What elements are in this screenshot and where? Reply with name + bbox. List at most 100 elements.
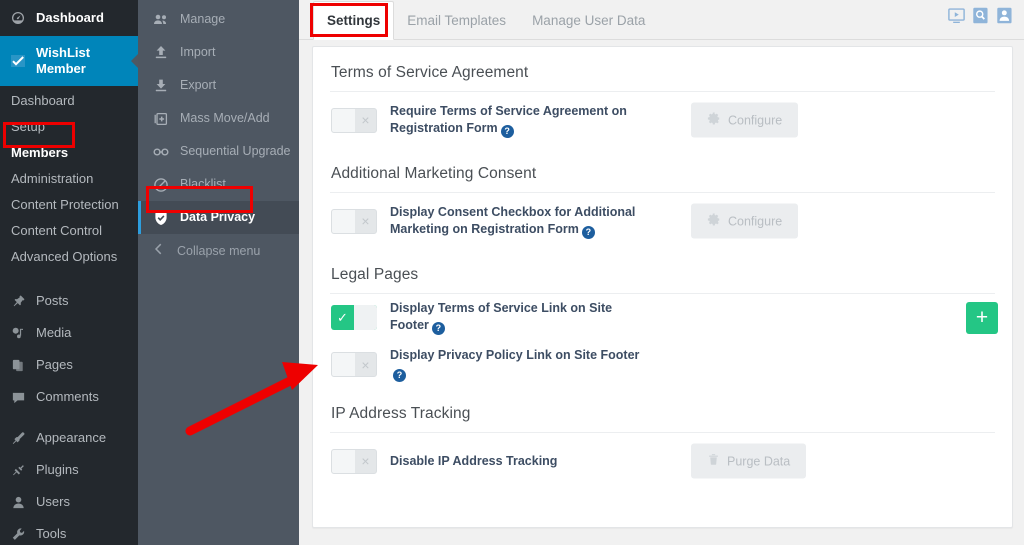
configure-button-label: Configure	[728, 214, 783, 228]
toggle-tos-footer-link[interactable]: ✓	[331, 305, 377, 330]
sidebar-item-wl-setup[interactable]: Setup	[0, 114, 138, 140]
wishlist-submenu: Dashboard Setup Members Administration C…	[0, 86, 138, 276]
toggle-on-glyph: ✓	[337, 309, 348, 325]
sidebar-item-posts[interactable]: Posts	[0, 285, 138, 317]
setting-label-marketing-consent: Display Consent Checkbox for Additional …	[390, 204, 640, 239]
plugin-menu-item-blacklist[interactable]: Blacklist	[138, 168, 299, 201]
media-icon	[9, 324, 27, 342]
setting-row-require-tos: × Require Terms of Service Agreement on …	[330, 92, 995, 148]
collapse-menu-button[interactable]: Collapse menu	[138, 234, 299, 267]
configure-button-marketing[interactable]: Configure	[691, 203, 799, 239]
help-icon[interactable]: ?	[581, 225, 595, 239]
toggle-off-glyph: ×	[361, 453, 370, 469]
sidebar-item-media[interactable]: Media	[0, 317, 138, 349]
sidebar-item-label: Tools	[36, 526, 67, 541]
user-account-icon[interactable]	[995, 6, 1014, 25]
toggle-knob	[332, 449, 355, 473]
panel-drop-shadow	[321, 531, 1004, 537]
sidebar-item-plugins[interactable]: Plugins	[0, 454, 138, 486]
tab-label: Email Templates	[407, 13, 507, 28]
upload-icon	[152, 44, 169, 61]
add-legal-page-button[interactable]: +	[966, 301, 998, 334]
sidebar-item-label: Users	[36, 494, 70, 509]
wordpress-admin-sidebar: Dashboard WishList Member Dashboard Setu…	[0, 0, 138, 545]
sidebar-item-label: Pages	[36, 357, 73, 372]
setting-row-tos-footer-link: ✓ Display Terms of Service Link on Site …	[330, 294, 998, 341]
sidebar-item-appearance[interactable]: Appearance	[0, 422, 138, 454]
tab-email-templates[interactable]: Email Templates	[394, 1, 519, 40]
toggle-require-tos[interactable]: ×	[331, 107, 377, 133]
sidebar-item-tools[interactable]: Tools	[0, 518, 138, 545]
purge-data-button-label: Purge Data	[727, 454, 791, 468]
toggle-knob	[332, 209, 355, 233]
toggle-knob	[354, 305, 377, 330]
setting-label-text: Display Consent Checkbox for Additional …	[390, 204, 636, 236]
sidebar-item-pages[interactable]: Pages	[0, 349, 138, 381]
gear-icon	[707, 112, 721, 129]
toggle-disable-ip-tracking[interactable]: ×	[331, 448, 377, 474]
tab-label: Manage User Data	[532, 13, 646, 28]
box-plus-icon	[152, 110, 169, 127]
tab-settings[interactable]: Settings	[313, 1, 395, 40]
plugin-menu-item-export[interactable]: Export	[138, 69, 299, 102]
plugin-menu-item-mass-move-add[interactable]: Mass Move/Add	[138, 102, 299, 135]
toggle-privacy-footer-link[interactable]: ×	[331, 352, 377, 377]
plugin-menu-item-label: Mass Move/Add	[180, 111, 270, 125]
sidebar-item-wl-members[interactable]: Members	[0, 140, 138, 166]
toggle-off-glyph: ×	[361, 356, 370, 373]
sidebar-item-dashboard[interactable]: Dashboard	[0, 0, 138, 36]
help-icon[interactable]: ?	[500, 124, 514, 138]
video-tutorial-icon[interactable]	[947, 6, 966, 25]
setting-row-marketing-consent: × Display Consent Checkbox for Additiona…	[330, 193, 995, 249]
setting-label-disable-ip-tracking: Disable IP Address Tracking	[390, 453, 557, 470]
setting-label-text: Disable IP Address Tracking	[390, 453, 558, 468]
sidebar-item-wl-content-protection[interactable]: Content Protection	[0, 192, 138, 218]
purge-data-button[interactable]: Purge Data	[691, 443, 807, 479]
chevron-left-icon	[152, 242, 166, 259]
setting-label-require-tos: Require Terms of Service Agreement on Re…	[390, 103, 640, 138]
sidebar-item-label: Plugins	[36, 462, 79, 477]
plugin-menu-item-label: Manage	[180, 12, 226, 26]
section-title-legal-pages: Legal Pages	[331, 266, 419, 283]
sidebar-item-comments[interactable]: Comments	[0, 381, 138, 413]
collapse-menu-label: Collapse menu	[177, 243, 261, 258]
toggle-off-glyph: ×	[361, 112, 370, 128]
configure-button-label: Configure	[728, 113, 783, 127]
sidebar-item-label: Dashboard	[36, 10, 104, 25]
setting-label-text: Display Terms of Service Link on Site Fo…	[390, 301, 613, 332]
help-icon[interactable]: ?	[393, 369, 406, 382]
setting-row-privacy-footer-link: × Display Privacy Policy Link on Site Fo…	[330, 341, 995, 388]
plugin-menu-item-label: Blacklist	[180, 177, 226, 191]
plugin-menu-item-label: Sequential Upgrade	[180, 144, 291, 158]
sidebar-item-label: Media	[36, 325, 72, 340]
link-icon	[152, 143, 169, 160]
plugin-menu-item-import[interactable]: Import	[138, 36, 299, 69]
main-content-area: Settings Email Templates Manage User Dat…	[299, 0, 1024, 545]
pages-icon	[9, 356, 27, 374]
settings-panel: Terms of Service Agreement × Require Ter…	[312, 46, 1013, 528]
help-icon[interactable]: ?	[431, 322, 445, 335]
wrench-icon	[9, 525, 27, 543]
gear-icon	[707, 213, 721, 230]
pin-icon	[9, 292, 27, 310]
tab-manage-user-data[interactable]: Manage User Data	[519, 1, 658, 40]
plugin-menu-item-data-privacy[interactable]: Data Privacy	[138, 201, 299, 234]
plugin-menu-item-manage[interactable]: Manage	[138, 3, 299, 36]
sidebar-item-wl-advanced-options[interactable]: Advanced Options	[0, 244, 138, 270]
plugin-menu-item-label: Export	[180, 78, 217, 92]
tab-label: Settings	[327, 13, 381, 28]
sidebar-item-wl-administration[interactable]: Administration	[0, 166, 138, 192]
toggle-marketing-consent[interactable]: ×	[331, 208, 377, 234]
wishlist-check-icon	[9, 52, 27, 70]
search-document-icon[interactable]	[971, 6, 990, 25]
setting-label-privacy-footer-link: Display Privacy Policy Link on Site Foot…	[390, 347, 640, 382]
configure-button-tos[interactable]: Configure	[691, 102, 799, 138]
plugin-menu-item-label: Data Privacy	[180, 210, 256, 224]
sidebar-item-wl-dashboard[interactable]: Dashboard	[0, 88, 138, 114]
sidebar-item-users[interactable]: Users	[0, 486, 138, 518]
sidebar-item-wl-content-control[interactable]: Content Control	[0, 218, 138, 244]
sidebar-item-wishlist-member[interactable]: WishList Member	[0, 36, 138, 86]
toggle-off-glyph: ×	[361, 213, 370, 229]
plugin-menu-item-sequential-upgrade[interactable]: Sequential Upgrade	[138, 135, 299, 168]
sidebar-divider-2	[0, 413, 138, 422]
